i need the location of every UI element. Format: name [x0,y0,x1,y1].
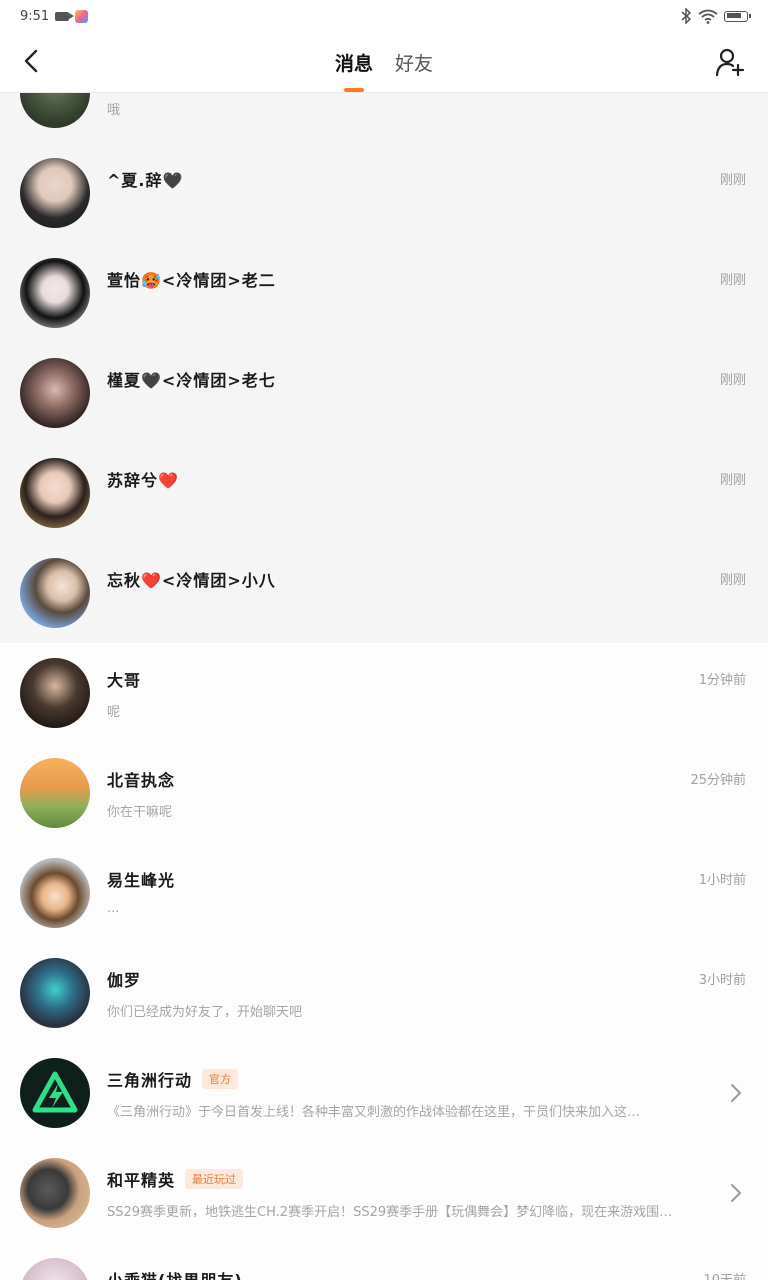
conversation-row[interactable]: ^夏.辞🖤 刚刚 [0,143,768,243]
contact-name: 北音执念 [107,771,176,790]
contact-name: 苏辞兮❤️ [107,471,179,490]
conversation-preview: ... [107,901,120,916]
timestamp: 10天前 [703,1269,746,1280]
avatar [20,158,90,228]
timestamp: 25分钟前 [690,773,746,788]
camera-icon [55,11,75,21]
contact-name: 易生峰光 [107,871,176,890]
delta-force-logo-icon [32,1071,78,1113]
contact-name: 槿夏🖤<冷情团>老七 [107,371,276,390]
tab-friends[interactable]: 好友 [395,32,433,92]
chevron-right-icon [726,1081,746,1105]
timestamp: 刚刚 [719,273,746,288]
name-line: 伽罗 [107,967,141,991]
contact-name: 伽罗 [107,971,142,990]
timestamp: 3小时前 [698,973,746,988]
status-left: 9:51 [20,8,89,24]
tab-messages-label: 消息 [334,52,373,75]
tab-active-indicator [343,88,364,92]
avatar [20,358,90,428]
conversation-row[interactable]: 伽罗 3小时前 你们已经成为好友了，开始聊天吧 [0,943,768,1043]
name-line: 小乖猫(找男朋友) [107,1267,243,1280]
avatar [20,858,90,928]
contact-name: 和平精英 [107,1171,176,1190]
contact-name: ^夏.辞🖤 [107,171,184,190]
timestamp: 刚刚 [719,373,746,388]
avatar [20,1258,90,1280]
conversation-preview: 呢 [107,705,121,720]
battery-icon [724,10,751,22]
name-line: 和平精英 最近玩过 [107,1167,244,1191]
name-line: 三角洲行动 官方 [107,1067,239,1091]
status-bar: 9:51 [0,0,768,32]
name-line: 大哥 [107,667,141,691]
tab-messages[interactable]: 消息 [335,32,373,92]
recent-group: 哦 ^夏.辞🖤 刚刚 萱怡🥵<冷情团>老二 刚刚 槿夏🖤<冷情团>老七 刚刚 苏… [0,93,768,643]
nav-bar: 消息 好友 [0,32,768,93]
conversation-preview: 哦 [107,103,121,118]
conversation-row[interactable]: 三角洲行动 官方 《三角洲行动》于今日首发上线！各种丰富又刺激的作战体验都在这里… [0,1043,768,1143]
conversation-preview: SS29赛季更新，地铁逃生CH.2赛季开启！SS29赛季手册【玩偶舞会】梦幻降临… [107,1205,673,1220]
recently-played-badge: 最近玩过 [185,1169,244,1189]
add-friend-button[interactable] [714,46,746,78]
conversation-list: 哦 ^夏.辞🖤 刚刚 萱怡🥵<冷情团>老二 刚刚 槿夏🖤<冷情团>老七 刚刚 苏… [0,93,768,1280]
avatar [20,758,90,828]
conversation-row[interactable]: 哦 [0,93,768,143]
name-line: 苏辞兮❤️ [107,467,179,491]
timestamp: 刚刚 [719,473,746,488]
name-line: ^夏.辞🖤 [107,167,183,191]
name-line: 忘秋❤️<冷情团>小八 [107,567,276,591]
avatar [20,558,90,628]
conversation-row[interactable]: 北音执念 25分钟前 你在干嘛呢 [0,743,768,843]
timestamp: 1分钟前 [698,673,746,688]
conversation-row[interactable]: 苏辞兮❤️ 刚刚 [0,443,768,543]
name-line: 北音执念 [107,767,175,791]
conversation-row[interactable]: 大哥 1分钟前 呢 [0,643,768,743]
timestamp: 1小时前 [698,873,746,888]
status-time: 9:51 [20,8,50,24]
contact-name: 大哥 [107,671,142,690]
add-friend-icon [715,48,745,77]
conversation-row[interactable]: 易生峰光 1小时前 ... [0,843,768,943]
conversation-preview: 你在干嘛呢 [107,805,173,820]
name-line: 易生峰光 [107,867,175,891]
avatar [20,1158,90,1228]
older-group: 大哥 1分钟前 呢 北音执念 25分钟前 你在干嘛呢 易生峰光 1小时前 ...… [0,643,768,1280]
tab-friends-label: 好友 [395,52,434,75]
conversation-row[interactable]: 和平精英 最近玩过 SS29赛季更新，地铁逃生CH.2赛季开启！SS29赛季手册… [0,1143,768,1243]
name-line: 萱怡🥵<冷情团>老二 [107,267,276,291]
timestamp: 刚刚 [719,573,746,588]
conversation-preview: 《三角洲行动》于今日首发上线！各种丰富又刺激的作战体验都在这里，干员们快来加入这… [107,1105,641,1120]
tab-bar: 消息 好友 [0,32,768,92]
bluetooth-icon [681,8,692,24]
chevron-right-icon [726,1181,746,1205]
avatar [20,93,90,128]
contact-name: 三角洲行动 [107,1071,193,1090]
avatar [20,958,90,1028]
contact-name: 萱怡🥵<冷情团>老二 [107,271,276,290]
conversation-preview: 你们已经成为好友了，开始聊天吧 [107,1005,303,1020]
avatar [20,1058,90,1128]
avatar [20,458,90,528]
status-right [680,8,751,24]
official-badge: 官方 [202,1069,239,1089]
conversation-row[interactable]: 萱怡🥵<冷情团>老二 刚刚 [0,243,768,343]
conversation-row[interactable]: 忘秋❤️<冷情团>小八 刚刚 [0,543,768,643]
contact-name: 忘秋❤️<冷情团>小八 [107,571,276,590]
screen: 9:51 消息 好友 哦 ^夏.辞🖤 刚刚 萱怡🥵<冷情团>老二 刚刚 槿夏🖤<… [0,0,768,1280]
contact-name: 小乖猫(找男朋友) [107,1267,243,1280]
conversation-row[interactable]: 槿夏🖤<冷情团>老七 刚刚 [0,343,768,443]
name-line: 槿夏🖤<冷情团>老七 [107,367,276,391]
app-icon [75,9,89,23]
conversation-row[interactable]: 小乖猫(找男朋友) 10天前 [0,1243,768,1280]
avatar [20,258,90,328]
wifi-icon [698,9,718,24]
timestamp: 刚刚 [719,173,746,188]
avatar [20,658,90,728]
